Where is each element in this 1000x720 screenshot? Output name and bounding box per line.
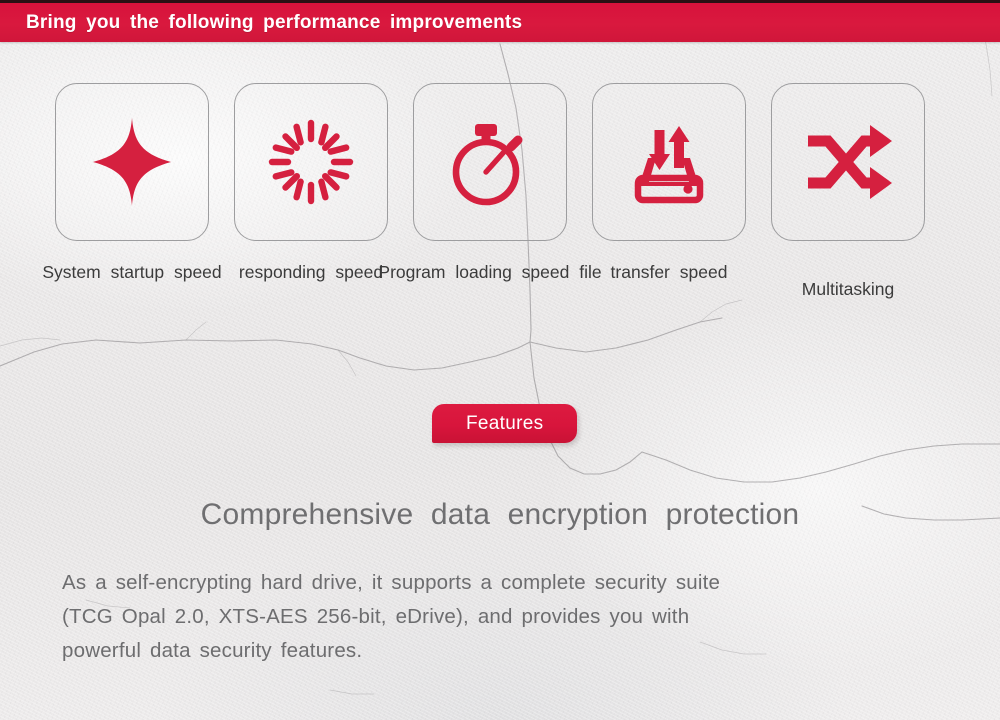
stopwatch-icon (446, 116, 534, 208)
feature-item-system-startup-speed[interactable]: System startup speed (42, 83, 222, 306)
paragraph-line-1: As a self-encrypting hard drive, it supp… (62, 571, 721, 594)
shuffle-arrows-icon (802, 121, 894, 203)
feature-label-line1: transfer (610, 262, 670, 282)
section-heading: Comprehensive data encryption protection (200, 498, 800, 531)
feature-label: Multitasking (733, 255, 963, 306)
feature-card[interactable] (592, 83, 746, 241)
feature-item-program-loading-speed[interactable]: Program loading speed file (378, 83, 602, 306)
feature-card[interactable] (413, 83, 567, 241)
feature-label-line1: System (42, 262, 101, 282)
feature-label-line1: Multitasking (801, 279, 895, 299)
feature-label-line2: speed (679, 262, 728, 282)
features-ribbon-badge: Features (432, 404, 578, 443)
feature-icon-row: System startup speed responding speed Pr… (42, 83, 945, 306)
sparkle-star-icon (91, 116, 173, 208)
page-header-bar: Bring you the following performance impr… (0, 0, 1000, 42)
feature-label-line1: responding (238, 262, 326, 282)
features-ribbon-label: Features (466, 412, 544, 434)
drive-transfer-icon (623, 116, 715, 208)
feature-item-transfer-speed[interactable]: transfer speed (592, 83, 746, 306)
page-title: Bring you the following performance impr… (26, 11, 523, 33)
section-paragraph: As a self-encrypting hard drive, it supp… (62, 566, 962, 668)
feature-label-line1: Program loading (378, 262, 512, 282)
feature-card[interactable] (55, 83, 209, 241)
paragraph-line-2: (TCG Opal 2.0, XTS-AES 256-bit, eDrive),… (62, 605, 690, 628)
feature-item-responding-speed[interactable]: responding speed (234, 83, 388, 306)
feature-card[interactable] (234, 83, 388, 241)
feature-card[interactable] (771, 83, 925, 241)
paragraph-line-3: powerful data security features. (62, 639, 363, 662)
page-background: Bring you the following performance impr… (0, 0, 1000, 720)
feature-item-multitasking[interactable]: Multitasking (771, 83, 925, 306)
loading-spinner-icon (268, 119, 354, 205)
